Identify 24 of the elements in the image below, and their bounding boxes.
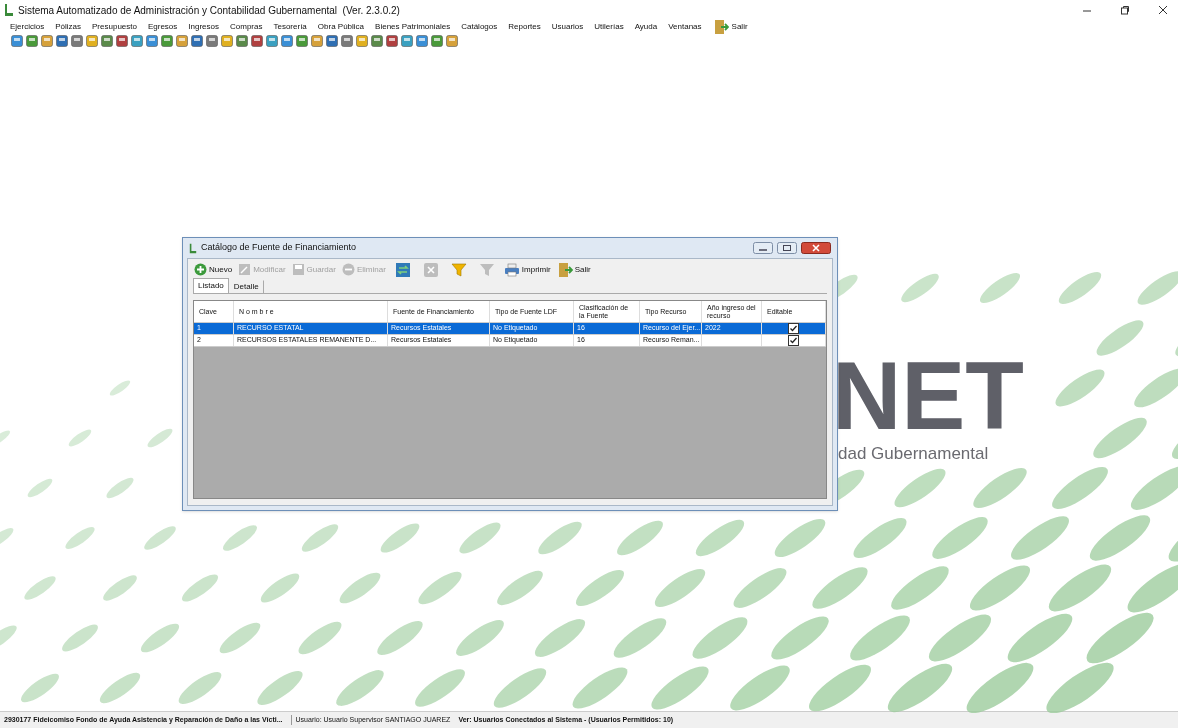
menu-item[interactable]: Ejercicios <box>10 20 45 33</box>
logo-letters: NET <box>832 348 1024 444</box>
toolbar-button[interactable]: Nuevo <box>193 263 234 276</box>
menu-item[interactable]: Ingresos <box>188 20 219 33</box>
logo-subtitle: dad Gubernamental <box>838 443 989 465</box>
menu-item[interactable]: Ayuda <box>634 20 658 33</box>
menu-item[interactable]: Bienes Patrimoniales <box>375 20 451 33</box>
tab[interactable]: Listado <box>193 278 229 293</box>
window-title: Sistema Automatizado de Administración y Contabilidad Gubernamental (Ver. 2.3.0.2) <box>18 3 400 18</box>
menu-item[interactable]: Compras <box>230 20 263 33</box>
dialog-title: Catálogo de Fuente de Financiamiento <box>201 241 357 255</box>
menu-item[interactable]: Egresos <box>147 20 178 33</box>
menu-item[interactable]: Usuarios <box>551 20 584 33</box>
toolbar-button[interactable]: Imprimir <box>502 262 552 277</box>
menu-item[interactable]: Utilerías <box>594 20 624 33</box>
toolbar-button[interactable]: Salir <box>555 261 592 278</box>
menu-item[interactable]: Reportes <box>508 20 541 33</box>
menu-item[interactable]: Pólizas <box>55 20 82 33</box>
menu-item[interactable]: Presupuesto <box>92 20 137 33</box>
menu-item[interactable]: Salir <box>712 18 748 35</box>
menu-item[interactable]: Obra Pública <box>317 20 365 33</box>
menu-item[interactable]: Catálogos <box>461 20 498 33</box>
menu-item[interactable]: Tesorería <box>273 20 307 33</box>
menu-item[interactable]: Ventanas <box>668 20 702 33</box>
